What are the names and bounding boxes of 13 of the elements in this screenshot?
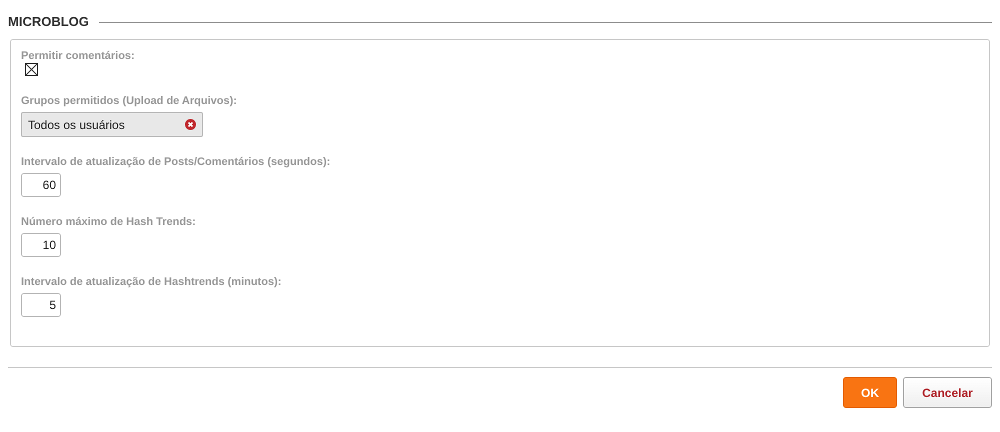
field-label: Permitir comentários: — [21, 50, 135, 63]
number-field[interactable]: 60 — [21, 173, 61, 197]
field-label: Intervalo de atualização de Hashtrends (minutos): — [21, 276, 282, 289]
number-field[interactable]: 5 — [21, 293, 61, 317]
cancel-button[interactable]: Cancelar — [903, 377, 992, 408]
field-label: Grupos permitidos (Upload de Arquivos): — [21, 95, 237, 108]
number-field[interactable]: 10 — [21, 233, 61, 257]
field-label: Número máximo de Hash Trends: — [21, 216, 196, 229]
tag-label: Todos os usuários — [28, 118, 125, 132]
section-title: MICROBLOG — [8, 14, 89, 28]
checkbox[interactable] — [25, 63, 38, 76]
remove-icon[interactable] — [185, 119, 196, 130]
field-label: Intervalo de atualização de Posts/Comentários (segundos): — [21, 156, 330, 169]
